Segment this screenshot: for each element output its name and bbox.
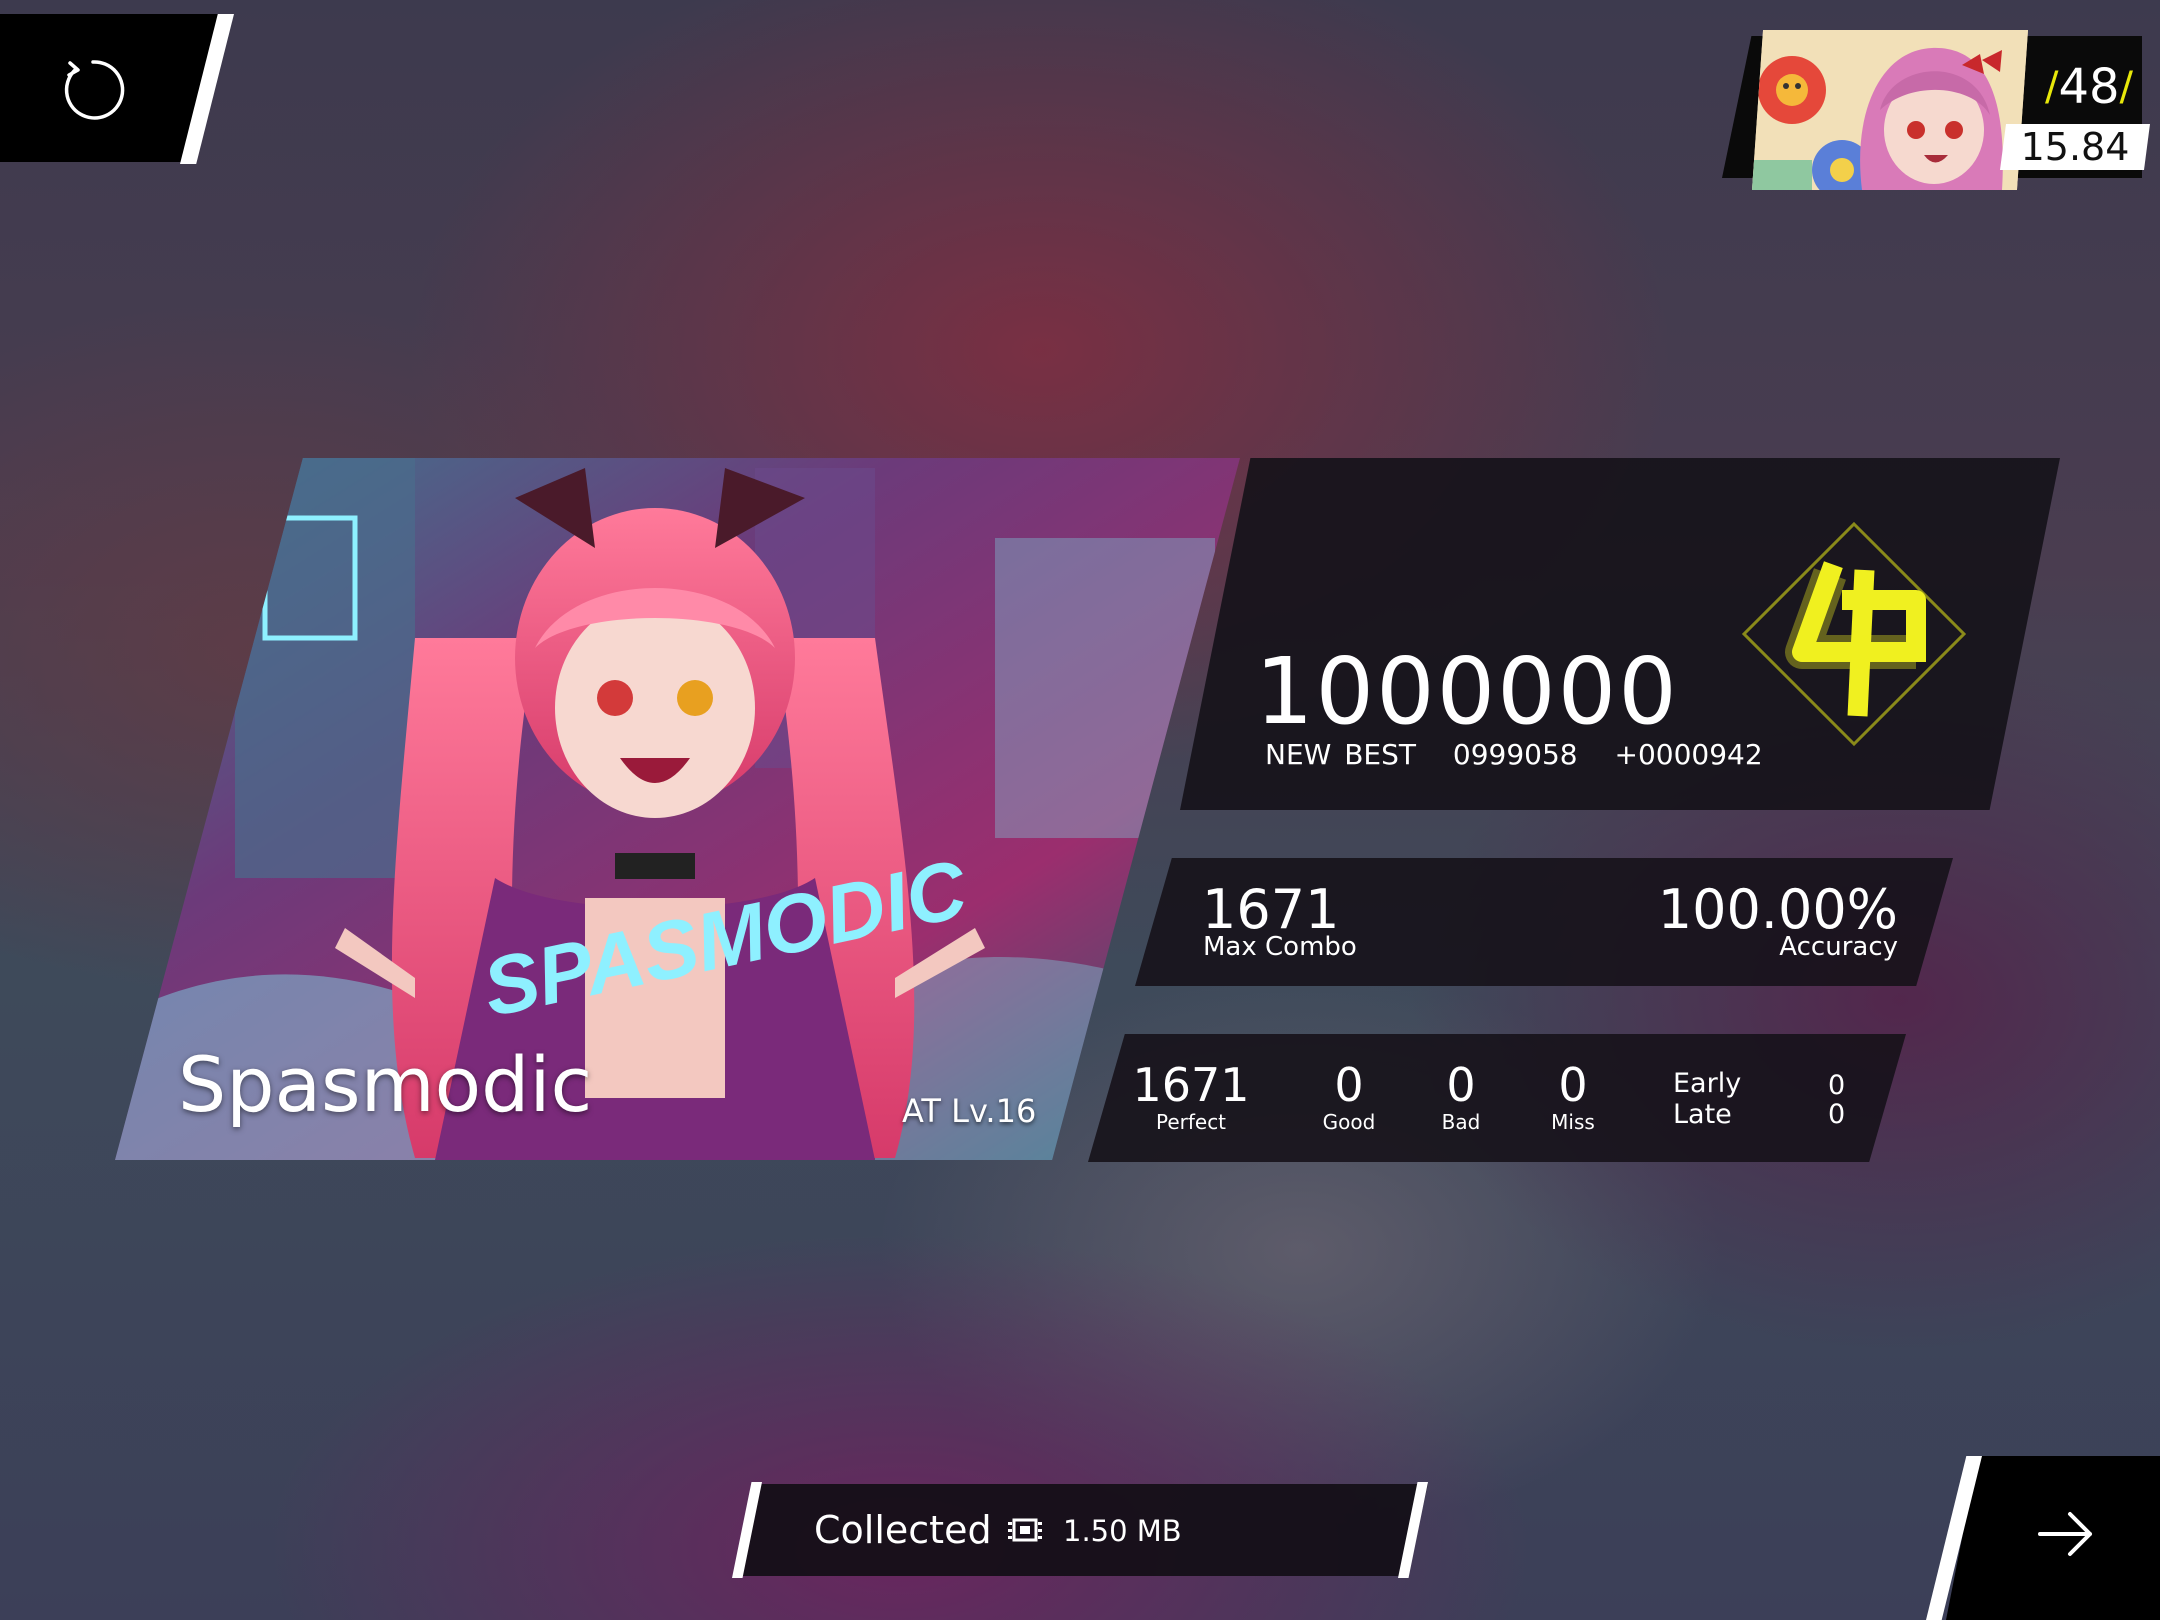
accuracy-label: Accuracy	[1779, 932, 1898, 962]
memory-chip-icon	[1008, 1518, 1042, 1542]
late-label: Late	[1673, 1099, 1732, 1130]
miss-count: 0	[1558, 1058, 1588, 1112]
player-rank-badge: /48/	[2030, 54, 2148, 120]
perfect-label: Perfect	[1155, 1110, 1227, 1134]
previous-best-score: 0999058	[1452, 738, 1578, 771]
rank-slash-right: /	[2119, 64, 2134, 110]
score-value: 1000000	[1255, 638, 1679, 745]
song-name: Spasmodic	[178, 1040, 593, 1129]
miss-label: Miss	[1551, 1110, 1595, 1134]
perfect-count: 1671	[1132, 1058, 1250, 1112]
rank-slash-left: /	[2044, 64, 2059, 110]
grade-phi-icon	[1741, 521, 1967, 747]
early-count: 0	[1828, 1070, 1846, 1101]
player-rks: 15.84	[2000, 124, 2150, 170]
player-rank: 48	[2058, 59, 2120, 115]
collected-size: 1.50 MB	[1063, 1514, 1182, 1548]
early-label: Early	[1673, 1068, 1742, 1099]
late-count: 0	[1828, 1099, 1846, 1130]
next-arrow-icon[interactable]	[2034, 1502, 2098, 1566]
retry-icon[interactable]	[58, 55, 128, 125]
song-difficulty: AT Lv.16	[902, 1092, 1037, 1130]
new-best-label: NEW BEST	[1265, 738, 1416, 771]
score-details: NEW BEST 0999058 +0000942	[1265, 738, 1787, 771]
max-combo-label: Max Combo	[1203, 932, 1357, 962]
collected-label: Collected	[814, 1508, 992, 1552]
player-avatar[interactable]	[1752, 30, 2028, 190]
player-rks-value: 15.84	[2020, 125, 2130, 169]
